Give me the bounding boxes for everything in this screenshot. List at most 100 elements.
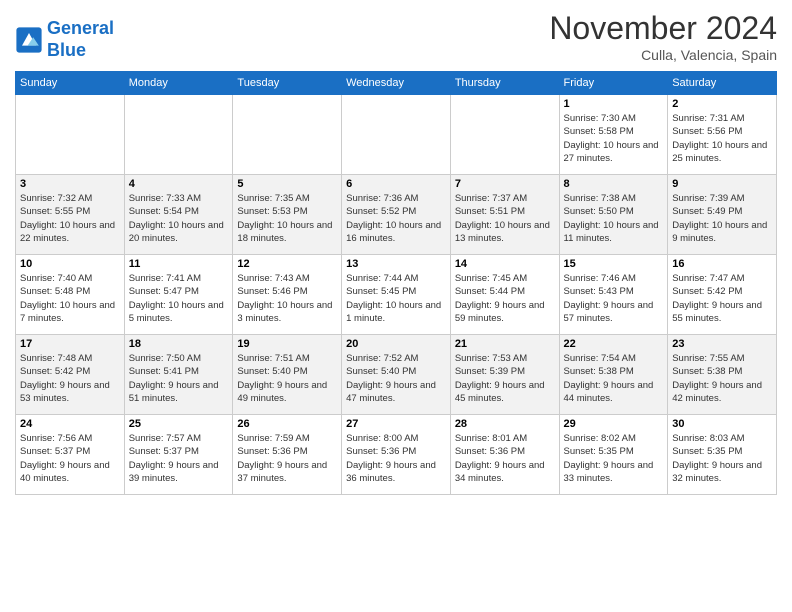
week-row-4: 17 Sunrise: 7:48 AM Sunset: 5:42 PM Dayli…	[16, 335, 777, 415]
day-cell: 11 Sunrise: 7:41 AM Sunset: 5:47 PM Dayli…	[124, 255, 233, 335]
day-info: Sunrise: 7:38 AM Sunset: 5:50 PM Dayligh…	[564, 192, 664, 245]
day-info: Sunrise: 7:43 AM Sunset: 5:46 PM Dayligh…	[237, 272, 337, 325]
day-cell: 28 Sunrise: 8:01 AM Sunset: 5:36 PM Dayli…	[450, 415, 559, 495]
day-info: Sunrise: 7:33 AM Sunset: 5:54 PM Dayligh…	[129, 192, 229, 245]
day-cell: 27 Sunrise: 8:00 AM Sunset: 5:36 PM Dayli…	[342, 415, 451, 495]
day-info: Sunrise: 7:37 AM Sunset: 5:51 PM Dayligh…	[455, 192, 555, 245]
weekday-header-tuesday: Tuesday	[233, 72, 342, 95]
day-number: 7	[455, 178, 555, 190]
day-info: Sunrise: 7:47 AM Sunset: 5:42 PM Dayligh…	[672, 272, 772, 325]
day-info: Sunrise: 7:45 AM Sunset: 5:44 PM Dayligh…	[455, 272, 555, 325]
day-number: 22	[564, 338, 664, 350]
day-cell: 30Sunrise: 8:03 AM Sunset: 5:35 PM Dayli…	[668, 415, 777, 495]
day-info: Sunrise: 7:59 AM Sunset: 5:36 PM Dayligh…	[237, 432, 337, 485]
day-cell: 7 Sunrise: 7:37 AM Sunset: 5:51 PM Daylig…	[450, 175, 559, 255]
day-number: 15	[564, 258, 664, 270]
day-cell	[16, 95, 125, 175]
day-cell: 17 Sunrise: 7:48 AM Sunset: 5:42 PM Dayli…	[16, 335, 125, 415]
day-cell: 12 Sunrise: 7:43 AM Sunset: 5:46 PM Dayli…	[233, 255, 342, 335]
day-cell: 10Sunrise: 7:40 AM Sunset: 5:48 PM Dayli…	[16, 255, 125, 335]
day-info: Sunrise: 7:31 AM Sunset: 5:56 PM Dayligh…	[672, 112, 772, 165]
day-info: Sunrise: 7:54 AM Sunset: 5:38 PM Dayligh…	[564, 352, 664, 405]
day-info: Sunrise: 7:41 AM Sunset: 5:47 PM Dayligh…	[129, 272, 229, 325]
day-cell	[342, 95, 451, 175]
day-cell: 23Sunrise: 7:55 AM Sunset: 5:38 PM Dayli…	[668, 335, 777, 415]
day-number: 20	[346, 338, 446, 350]
day-cell: 26 Sunrise: 7:59 AM Sunset: 5:36 PM Dayli…	[233, 415, 342, 495]
day-number: 24	[20, 418, 120, 430]
day-number: 28	[455, 418, 555, 430]
weekday-header-friday: Friday	[559, 72, 668, 95]
week-row-1: 1 Sunrise: 7:30 AM Sunset: 5:58 PM Daylig…	[16, 95, 777, 175]
day-number: 29	[564, 418, 664, 430]
day-number: 5	[237, 178, 337, 190]
weekday-header-wednesday: Wednesday	[342, 72, 451, 95]
day-info: Sunrise: 7:32 AM Sunset: 5:55 PM Dayligh…	[20, 192, 120, 245]
day-info: Sunrise: 7:57 AM Sunset: 5:37 PM Dayligh…	[129, 432, 229, 485]
day-cell: 8 Sunrise: 7:38 AM Sunset: 5:50 PM Daylig…	[559, 175, 668, 255]
day-cell: 22 Sunrise: 7:54 AM Sunset: 5:38 PM Dayli…	[559, 335, 668, 415]
weekday-header-saturday: Saturday	[668, 72, 777, 95]
logo-text: General Blue	[47, 18, 114, 61]
day-number: 4	[129, 178, 229, 190]
day-info: Sunrise: 7:35 AM Sunset: 5:53 PM Dayligh…	[237, 192, 337, 245]
day-info: Sunrise: 8:02 AM Sunset: 5:35 PM Dayligh…	[564, 432, 664, 485]
day-number: 8	[564, 178, 664, 190]
week-row-5: 24 Sunrise: 7:56 AM Sunset: 5:37 PM Dayli…	[16, 415, 777, 495]
weekday-header-row: SundayMondayTuesdayWednesdayThursdayFrid…	[16, 72, 777, 95]
day-cell: 15 Sunrise: 7:46 AM Sunset: 5:43 PM Dayli…	[559, 255, 668, 335]
weekday-header-monday: Monday	[124, 72, 233, 95]
day-number: 14	[455, 258, 555, 270]
page-header: General Blue November 2024 Culla, Valenc…	[15, 10, 777, 63]
day-number: 12	[237, 258, 337, 270]
day-cell: 3 Sunrise: 7:32 AM Sunset: 5:55 PM Daylig…	[16, 175, 125, 255]
day-cell: 6Sunrise: 7:36 AM Sunset: 5:52 PM Daylig…	[342, 175, 451, 255]
day-number: 16	[672, 258, 772, 270]
day-info: Sunrise: 7:40 AM Sunset: 5:48 PM Dayligh…	[20, 272, 120, 325]
day-info: Sunrise: 7:48 AM Sunset: 5:42 PM Dayligh…	[20, 352, 120, 405]
day-cell: 29 Sunrise: 8:02 AM Sunset: 5:35 PM Dayli…	[559, 415, 668, 495]
day-cell	[124, 95, 233, 175]
day-info: Sunrise: 7:30 AM Sunset: 5:58 PM Dayligh…	[564, 112, 664, 165]
day-info: Sunrise: 7:53 AM Sunset: 5:39 PM Dayligh…	[455, 352, 555, 405]
day-number: 1	[564, 98, 664, 110]
week-row-3: 10Sunrise: 7:40 AM Sunset: 5:48 PM Dayli…	[16, 255, 777, 335]
day-info: Sunrise: 7:52 AM Sunset: 5:40 PM Dayligh…	[346, 352, 446, 405]
logo-line1: General	[47, 18, 114, 38]
day-number: 3	[20, 178, 120, 190]
day-cell: 21 Sunrise: 7:53 AM Sunset: 5:39 PM Dayli…	[450, 335, 559, 415]
day-info: Sunrise: 8:00 AM Sunset: 5:36 PM Dayligh…	[346, 432, 446, 485]
day-cell: 14 Sunrise: 7:45 AM Sunset: 5:44 PM Dayli…	[450, 255, 559, 335]
day-info: Sunrise: 7:46 AM Sunset: 5:43 PM Dayligh…	[564, 272, 664, 325]
day-number: 11	[129, 258, 229, 270]
day-number: 18	[129, 338, 229, 350]
day-cell: 19 Sunrise: 7:51 AM Sunset: 5:40 PM Dayli…	[233, 335, 342, 415]
day-cell: 4 Sunrise: 7:33 AM Sunset: 5:54 PM Daylig…	[124, 175, 233, 255]
day-info: Sunrise: 8:01 AM Sunset: 5:36 PM Dayligh…	[455, 432, 555, 485]
location: Culla, Valencia, Spain	[549, 47, 777, 63]
day-cell: 5 Sunrise: 7:35 AM Sunset: 5:53 PM Daylig…	[233, 175, 342, 255]
day-number: 13	[346, 258, 446, 270]
day-info: Sunrise: 7:56 AM Sunset: 5:37 PM Dayligh…	[20, 432, 120, 485]
day-number: 6	[346, 178, 446, 190]
logo-icon	[15, 26, 43, 54]
logo-line2: Blue	[47, 40, 86, 60]
day-number: 26	[237, 418, 337, 430]
day-info: Sunrise: 7:39 AM Sunset: 5:49 PM Dayligh…	[672, 192, 772, 245]
week-row-2: 3 Sunrise: 7:32 AM Sunset: 5:55 PM Daylig…	[16, 175, 777, 255]
day-cell: 24 Sunrise: 7:56 AM Sunset: 5:37 PM Dayli…	[16, 415, 125, 495]
day-info: Sunrise: 7:51 AM Sunset: 5:40 PM Dayligh…	[237, 352, 337, 405]
day-cell: 13 Sunrise: 7:44 AM Sunset: 5:45 PM Dayli…	[342, 255, 451, 335]
day-number: 23	[672, 338, 772, 350]
weekday-header-sunday: Sunday	[16, 72, 125, 95]
day-number: 30	[672, 418, 772, 430]
day-number: 19	[237, 338, 337, 350]
day-cell: 2 Sunrise: 7:31 AM Sunset: 5:56 PM Daylig…	[668, 95, 777, 175]
day-number: 21	[455, 338, 555, 350]
day-cell: 25Sunrise: 7:57 AM Sunset: 5:37 PM Dayli…	[124, 415, 233, 495]
day-number: 27	[346, 418, 446, 430]
day-number: 17	[20, 338, 120, 350]
day-cell: 18Sunrise: 7:50 AM Sunset: 5:41 PM Dayli…	[124, 335, 233, 415]
day-number: 2	[672, 98, 772, 110]
day-info: Sunrise: 7:44 AM Sunset: 5:45 PM Dayligh…	[346, 272, 446, 325]
